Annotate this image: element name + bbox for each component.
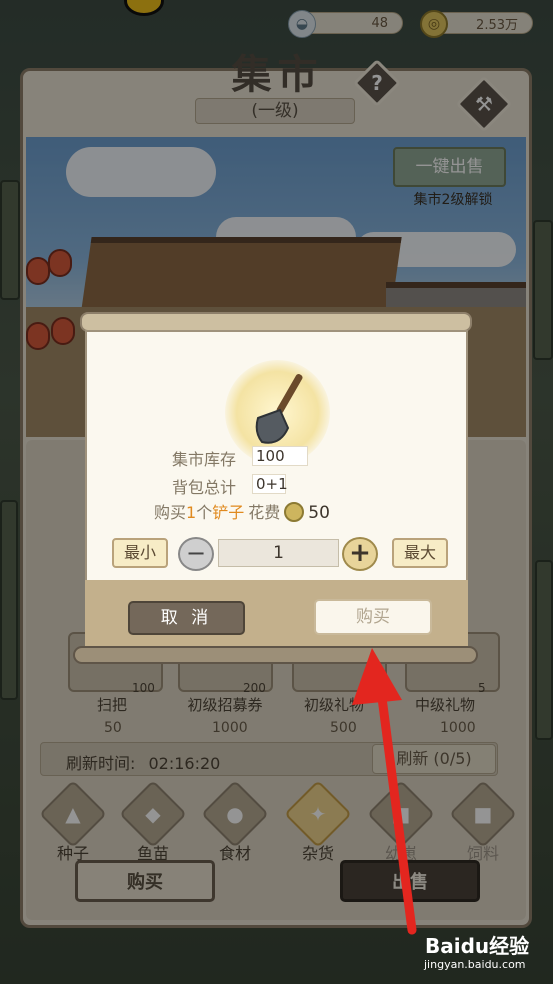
buy-qty: 1	[186, 503, 197, 522]
bag-label: 背包总计	[172, 478, 237, 497]
purchase-summary: 购买1个铲子 花费 50	[154, 499, 330, 523]
bag-value: 0+1	[252, 474, 288, 494]
stock-value: 100	[252, 446, 308, 466]
watermark-url: jingyan.baidu.com	[424, 958, 526, 971]
watermark-brand: Baidu经验	[425, 934, 530, 958]
buy-item: 铲子	[212, 503, 245, 522]
min-button[interactable]: 最小	[112, 538, 168, 568]
cost-value: 50	[308, 503, 330, 523]
stock-label: 集市库存	[172, 450, 237, 469]
increase-button[interactable]: +	[342, 537, 378, 571]
buy-unit: 个	[196, 503, 213, 522]
shovel-icon	[255, 374, 303, 444]
buy-prefix: 购买	[154, 503, 187, 522]
cancel-button[interactable]: 取 消	[128, 601, 245, 635]
cost-label: 花费	[248, 503, 281, 522]
coin-icon	[284, 502, 305, 522]
decrease-button[interactable]: −	[178, 537, 214, 571]
confirm-buy-button[interactable]: 购买	[314, 599, 432, 635]
scroll-bottom-rod	[73, 646, 478, 664]
scroll-top-rod	[80, 312, 472, 332]
max-button[interactable]: 最大	[392, 538, 448, 568]
quantity-input[interactable]: 1	[218, 539, 339, 567]
